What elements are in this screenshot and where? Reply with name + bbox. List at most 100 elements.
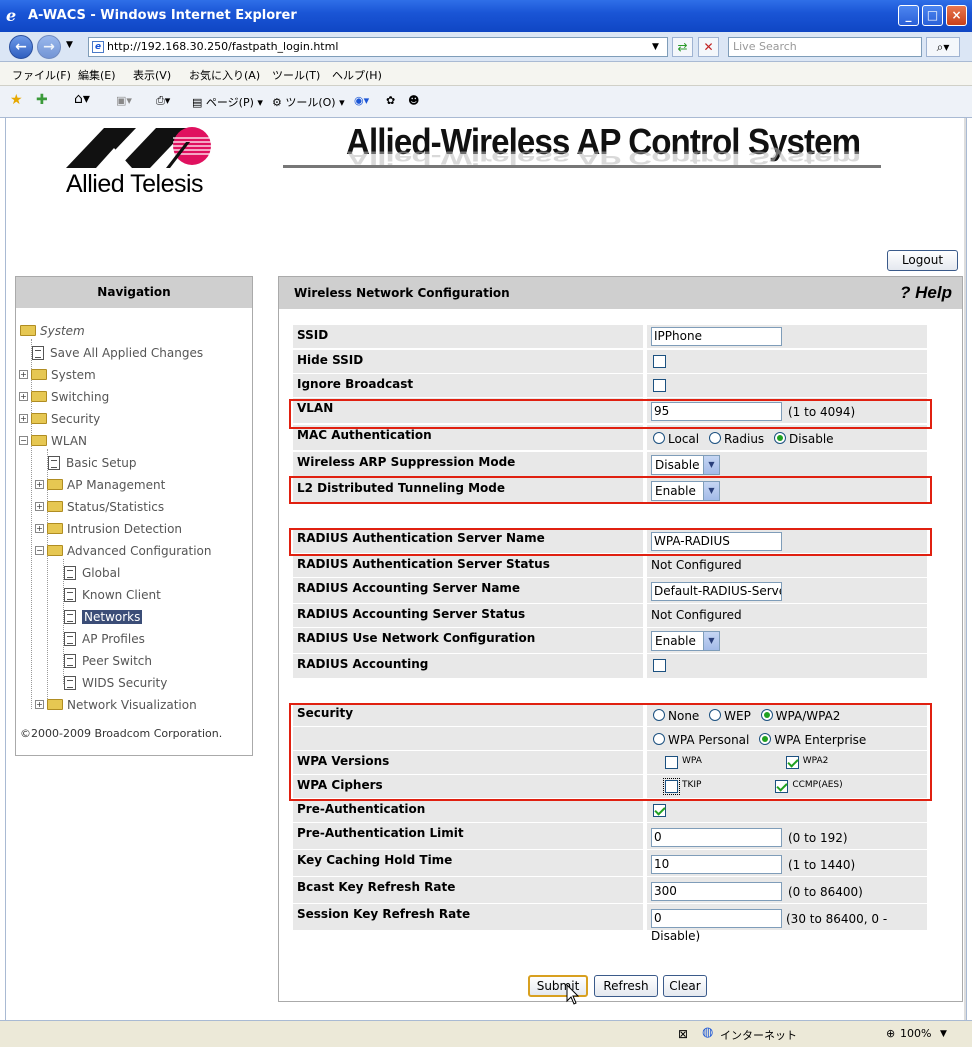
nav-item-switching[interactable]: + Switching bbox=[19, 388, 109, 406]
hide-ssid-checkbox[interactable] bbox=[653, 355, 666, 368]
popup-blocked-icon[interactable]: ⊠ bbox=[678, 1027, 688, 1041]
expand-icon[interactable]: + bbox=[19, 414, 28, 423]
session-key-input[interactable]: 0 bbox=[651, 909, 782, 928]
folder-icon bbox=[31, 369, 47, 380]
nav-item-security[interactable]: + Security bbox=[19, 410, 100, 428]
nav-item-basic-setup[interactable]: Basic Setup bbox=[48, 454, 137, 472]
nav-item-global[interactable]: Global bbox=[64, 564, 120, 582]
nav-item-label: Security bbox=[51, 412, 101, 426]
stop-icon[interactable]: ✕ bbox=[698, 37, 719, 57]
menu-edit[interactable]: 編集(E) bbox=[78, 67, 116, 83]
row-bcast-key: Bcast Key Refresh Rate 300 (0 to 86400) bbox=[293, 877, 927, 904]
highlight-l2-tunneling bbox=[289, 476, 932, 504]
bcast-key-input[interactable]: 300 bbox=[651, 882, 782, 901]
back-icon[interactable]: ← bbox=[9, 35, 33, 59]
zoom-icon[interactable]: ⊕ bbox=[886, 1027, 895, 1040]
page-menu[interactable]: ▤ ページ(P) ▾ bbox=[192, 94, 263, 110]
expand-icon[interactable]: + bbox=[35, 502, 44, 511]
help-icon[interactable]: ◉▾ bbox=[354, 94, 369, 107]
key-caching-label: Key Caching Hold Time bbox=[293, 850, 645, 877]
mac-auth-disable-radio[interactable] bbox=[774, 431, 787, 444]
tools-menu[interactable]: ⚙ ツール(O) ▾ bbox=[272, 94, 345, 110]
window-title: A-WACS - Windows Internet Explorer bbox=[28, 8, 297, 23]
url-text: http://192.168.30.250/fastpath_login.htm… bbox=[107, 40, 339, 53]
folder-icon bbox=[47, 699, 63, 710]
radius-use-net-select[interactable]: Enable ▼ bbox=[651, 631, 720, 651]
radius-accounting-checkbox[interactable] bbox=[653, 659, 666, 672]
add-favorites-icon[interactable]: ✚ bbox=[36, 92, 48, 108]
feeds-icon[interactable]: ▣▾ bbox=[116, 94, 132, 107]
mac-auth-radius-radio[interactable] bbox=[708, 431, 721, 444]
nav-item-label: AP Management bbox=[67, 478, 166, 492]
url-input[interactable]: e http://192.168.30.250/fastpath_login.h… bbox=[88, 37, 668, 57]
nav-item-intrusion-detection[interactable]: + Intrusion Detection bbox=[35, 520, 182, 538]
nav-item-label: Network Visualization bbox=[67, 698, 197, 712]
nav-item-advanced-configuration[interactable]: − Advanced Configuration bbox=[35, 542, 211, 560]
history-dropdown-icon[interactable]: ▼ bbox=[66, 40, 73, 50]
search-input[interactable]: Live Search bbox=[728, 37, 922, 57]
zoom-level[interactable]: 100% bbox=[900, 1027, 931, 1040]
chevron-down-icon: ▼ bbox=[703, 456, 719, 474]
arp-suppression-select[interactable]: Disable ▼ bbox=[651, 455, 720, 475]
nav-item-system[interactable]: + System bbox=[19, 366, 96, 384]
expand-icon[interactable]: + bbox=[35, 700, 44, 709]
nav-item-ap-management[interactable]: + AP Management bbox=[35, 476, 165, 494]
nav-item-network-visualization[interactable]: + Network Visualization bbox=[35, 696, 197, 714]
nav-item-wlan[interactable]: − WLAN bbox=[19, 432, 87, 450]
nav-item-known-client[interactable]: Known Client bbox=[64, 586, 161, 604]
expand-icon[interactable]: + bbox=[35, 480, 44, 489]
row-radius-acct-status: RADIUS Accounting Server Status Not Conf… bbox=[293, 604, 927, 628]
print-icon[interactable]: ⎙▾ bbox=[156, 94, 170, 108]
navigation-panel: Navigation System Save All Applied Chang… bbox=[15, 276, 253, 756]
folder-open-icon bbox=[20, 325, 36, 336]
key-caching-input[interactable]: 10 bbox=[651, 855, 782, 874]
menu-tools[interactable]: ツール(T) bbox=[272, 67, 320, 83]
menu-help[interactable]: ヘルプ(H) bbox=[332, 67, 382, 83]
forward-icon[interactable]: → bbox=[37, 35, 61, 59]
tools-menu-label: ツール(O) bbox=[285, 96, 336, 109]
messenger-icon[interactable]: ☻ bbox=[408, 94, 419, 107]
expand-icon[interactable]: + bbox=[19, 392, 28, 401]
row-session-key: Session Key Refresh Rate 0 (30 to 86400, … bbox=[293, 904, 927, 943]
refresh-icon[interactable]: ⇄ bbox=[672, 37, 693, 57]
help-link[interactable]: ? Help bbox=[900, 277, 952, 309]
clear-button[interactable]: Clear bbox=[663, 975, 707, 997]
expand-icon[interactable]: + bbox=[19, 370, 28, 379]
nav-item-peer-switch[interactable]: Peer Switch bbox=[64, 652, 152, 670]
minimize-button[interactable]: _ bbox=[898, 5, 919, 26]
row-pre-auth-limit: Pre-Authentication Limit 0 (0 to 192) bbox=[293, 823, 927, 850]
ignore-broadcast-checkbox[interactable] bbox=[653, 379, 666, 392]
menu-file[interactable]: ファイル(F) bbox=[12, 67, 71, 83]
pre-auth-checkbox[interactable] bbox=[653, 804, 666, 817]
nav-item-wids-security[interactable]: WIDS Security bbox=[64, 674, 167, 692]
ssid-input[interactable]: IPPhone bbox=[651, 327, 782, 346]
security-zone: インターネット bbox=[720, 1029, 797, 1042]
logout-button[interactable]: Logout bbox=[887, 250, 958, 271]
nav-item-save-all[interactable]: Save All Applied Changes bbox=[32, 344, 203, 362]
nav-item-ap-profiles[interactable]: AP Profiles bbox=[64, 630, 145, 648]
session-key-label: Session Key Refresh Rate bbox=[293, 904, 645, 931]
pre-auth-limit-hint: (0 to 192) bbox=[788, 830, 848, 845]
mac-auth-local-radio[interactable] bbox=[653, 431, 665, 444]
nav-item-networks[interactable]: Networks bbox=[64, 608, 143, 626]
pre-auth-limit-input[interactable]: 0 bbox=[651, 828, 782, 847]
nav-root-system[interactable]: System bbox=[20, 322, 85, 340]
favorites-star-icon[interactable]: ★ bbox=[10, 92, 23, 108]
menu-favorites[interactable]: お気に入り(A) bbox=[189, 67, 260, 83]
zoom-dropdown-icon[interactable]: ▼ bbox=[940, 1029, 947, 1039]
refresh-button[interactable]: Refresh bbox=[594, 975, 658, 997]
collapse-icon[interactable]: − bbox=[19, 436, 28, 445]
url-dropdown-icon[interactable]: ▼ bbox=[652, 42, 659, 52]
menu-view[interactable]: 表示(V) bbox=[133, 67, 171, 83]
close-button[interactable]: × bbox=[946, 5, 967, 26]
collapse-icon[interactable]: − bbox=[35, 546, 44, 555]
folder-icon bbox=[31, 413, 47, 424]
maximize-button[interactable]: □ bbox=[922, 5, 943, 26]
highlight-security bbox=[289, 703, 932, 801]
search-icon[interactable]: ⌕▾ bbox=[926, 37, 960, 57]
nav-item-status-statistics[interactable]: + Status/Statistics bbox=[35, 498, 164, 516]
home-icon[interactable]: ⌂▾ bbox=[74, 91, 90, 107]
research-icon[interactable]: ✿ bbox=[386, 94, 395, 107]
radius-acct-name-input[interactable]: Default-RADIUS-Server bbox=[651, 582, 782, 601]
expand-icon[interactable]: + bbox=[35, 524, 44, 533]
